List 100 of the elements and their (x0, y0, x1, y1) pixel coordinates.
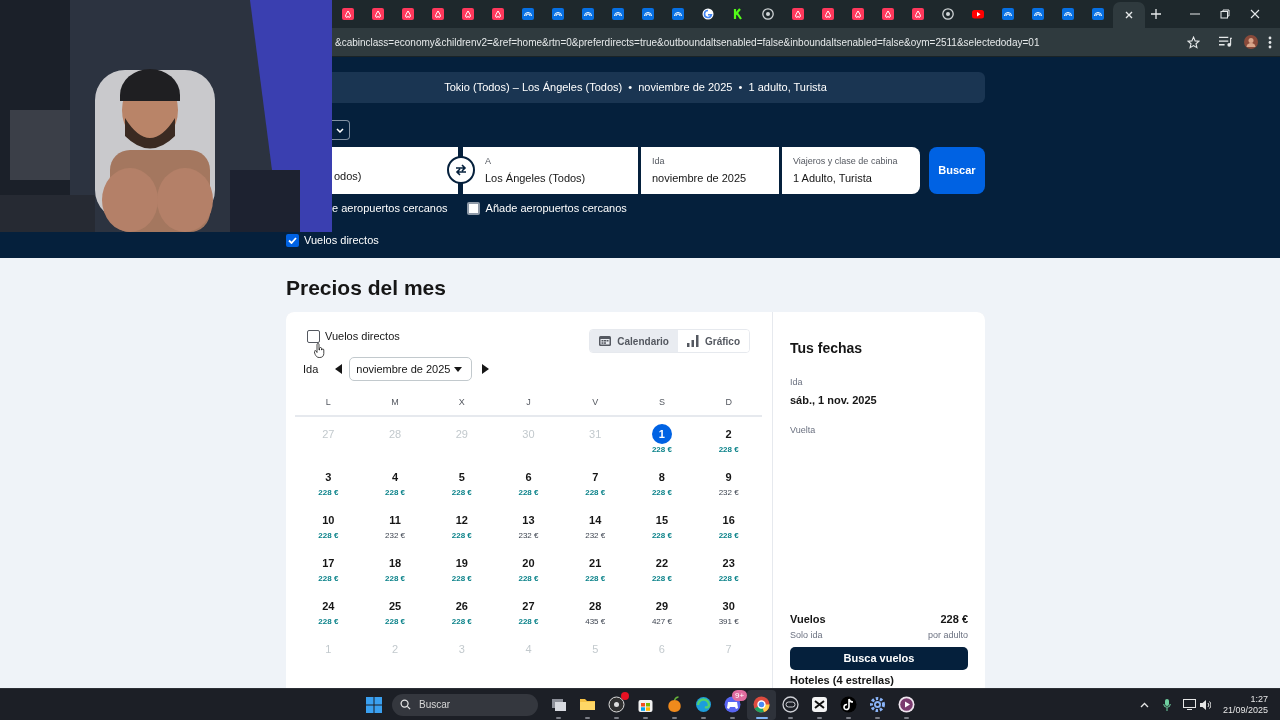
calendar-day[interactable]: 28 435 € (561, 594, 629, 637)
fruit-icon[interactable] (666, 696, 683, 713)
calendar-day[interactable]: 29 427 € (628, 594, 696, 637)
calendar-day[interactable]: 24 228 € (295, 594, 362, 637)
profile-avatar-icon[interactable] (1244, 35, 1258, 49)
calendar-day[interactable]: 6 228 € (495, 465, 562, 508)
menu-icon[interactable] (1268, 35, 1272, 49)
tab-favicon-icon (372, 8, 384, 20)
tab-favicon-icon (462, 8, 474, 20)
calendar-day[interactable]: 14 232 € (561, 508, 629, 551)
chevron-up-icon[interactable] (1139, 701, 1149, 708)
checkbox[interactable] (466, 201, 480, 215)
nearby-airports-label: e aeropuertos cercanos (332, 200, 448, 216)
tab-favicon-icon (882, 8, 894, 20)
calendar-day[interactable]: 5 228 € (428, 465, 496, 508)
direct-flights-label: Vuelos directos (304, 232, 379, 248)
calendar-day[interactable]: 11 232 € (361, 508, 429, 551)
clock-date[interactable]: 21/09/2025 (1222, 704, 1268, 716)
calendar-day[interactable]: 12 228 € (428, 508, 496, 551)
calendar-day[interactable]: 27 228 € (495, 594, 562, 637)
tab-favicon-icon (672, 8, 684, 20)
play-icon[interactable] (898, 696, 915, 713)
monitor-icon[interactable] (1182, 699, 1196, 710)
day-number: 30 (522, 426, 535, 442)
folder-icon[interactable] (579, 696, 596, 713)
chrome-icon[interactable] (753, 696, 770, 713)
outbound-date: sáb., 1 nov. 2025 (790, 392, 878, 408)
media-icon[interactable] (1219, 36, 1232, 48)
close-icon[interactable] (1250, 9, 1260, 19)
destination-field[interactable]: A Los Ángeles (Todos) (463, 147, 638, 194)
calendar-day[interactable]: 22 228 € (628, 551, 696, 594)
microphone-icon[interactable] (1162, 698, 1171, 711)
search-button[interactable]: Buscar (929, 147, 985, 194)
speaker-icon[interactable] (1199, 699, 1211, 710)
calendar-day[interactable]: 4 228 € (361, 465, 429, 508)
gear-icon[interactable] (869, 696, 886, 713)
calendar-day[interactable]: 3 228 € (295, 465, 362, 508)
browser-wave-icon[interactable] (695, 696, 712, 713)
calendar-day[interactable]: 16 228 € (695, 508, 762, 551)
weekday-label: L (325, 396, 331, 409)
checkmark-icon (288, 236, 297, 244)
day-number: 7 (725, 641, 732, 657)
tab-favicon-icon (1092, 8, 1104, 20)
travellers-field[interactable]: Viajeros y clase de cabina 1 Adulto, Turista (782, 147, 920, 194)
checkbox[interactable] (307, 329, 320, 343)
checkbox[interactable] (286, 233, 299, 247)
clock-time[interactable]: 1:27 (1250, 693, 1268, 705)
close-icon[interactable] (1125, 11, 1133, 19)
new-tab-icon[interactable] (1151, 9, 1161, 19)
calendar-day[interactable]: 21 228 € (561, 551, 629, 594)
calendar-day[interactable]: 7 228 € (561, 465, 629, 508)
calendar-day[interactable]: 18 228 € (361, 551, 429, 594)
music-note-icon[interactable] (840, 696, 857, 713)
bookmark-star-icon[interactable] (1187, 35, 1200, 49)
calendar-day[interactable]: 30 391 € (695, 594, 762, 637)
restore-icon[interactable] (1220, 9, 1230, 19)
calendar-day[interactable]: 23 228 € (695, 551, 762, 594)
chevron-down-icon (336, 127, 344, 133)
search-flights-button[interactable]: Busca vuelos (790, 646, 968, 670)
calendar-day[interactable]: 1 228 € (628, 422, 696, 465)
return-label: Vuelta (790, 424, 817, 437)
tab-favicon-icon (732, 8, 744, 20)
origin-field[interactable]: odos) (332, 147, 458, 194)
previous-month-icon[interactable] (335, 364, 343, 374)
controller-icon[interactable] (724, 696, 741, 713)
tab-favicon-icon (1032, 8, 1044, 20)
disc-icon[interactable] (608, 696, 625, 713)
start-icon[interactable] (366, 696, 382, 713)
nearby-airports-label: Añade aeropuertos cercanos (485, 200, 627, 216)
calendar-day[interactable]: 20 228 € (495, 551, 562, 594)
calendar-day[interactable]: 9 232 € (695, 465, 762, 508)
calendar-day[interactable]: 25 228 € (361, 594, 429, 637)
search-summary[interactable]: Tokio (Todos) – Los Ángeles (Todos) • noviembre de 2025 • 1 adulto, Turista (332, 72, 985, 103)
view-tab[interactable]: Calendario (590, 330, 678, 352)
weekday-label: S (658, 396, 665, 409)
taskbar-search-field[interactable]: Buscar (392, 693, 538, 716)
calendar-day[interactable]: 19 228 € (428, 551, 496, 594)
calendar-day[interactable]: 10 228 € (295, 508, 362, 551)
flights-label: Vuelos (790, 611, 826, 627)
next-month-icon[interactable] (482, 364, 490, 374)
trip-type: Solo ida (790, 629, 823, 642)
month-dropdown[interactable]: noviembre de 2025 (349, 357, 473, 381)
calendar-day[interactable]: 13 232 € (495, 508, 562, 551)
calendar-day[interactable]: 8 228 € (628, 465, 696, 508)
tab-favicon-icon (402, 8, 414, 20)
calendar-day[interactable]: 17 228 € (295, 551, 362, 594)
hotels-label: Hoteles (4 estrellas) (790, 673, 895, 687)
weekday-label: X (458, 396, 465, 409)
calendar-day[interactable]: 26 228 € (428, 594, 496, 637)
trip-label: Ida (303, 361, 319, 377)
windows-icon[interactable] (550, 696, 567, 713)
caret-down-icon (454, 366, 463, 372)
calendar-day[interactable]: 15 228 € (628, 508, 696, 551)
day-number: 27 (322, 426, 335, 442)
calendar-day[interactable]: 2 228 € (695, 422, 762, 465)
date-field[interactable]: Ida noviembre de 2025 (641, 147, 779, 194)
calendar-icon (599, 335, 612, 347)
price-basis: por adulto (927, 629, 968, 642)
camera-lens-icon[interactable] (782, 696, 799, 713)
tab-favicon-icon (822, 8, 834, 20)
